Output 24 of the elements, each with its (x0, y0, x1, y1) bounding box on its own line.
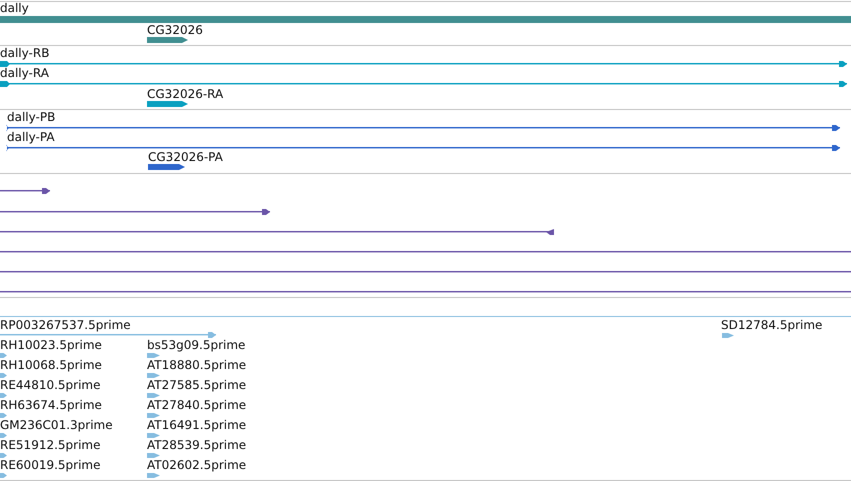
feature-label: dally-RB (0, 46, 50, 60)
feature-label: dally-PA (7, 130, 55, 144)
feature-label: dally-PB (7, 110, 56, 124)
feature-label: RH10068.5prime (0, 358, 102, 372)
feature-label: SD12784.5prime (721, 318, 822, 332)
feature-label: RE60019.5prime (0, 458, 100, 472)
feature-label: dally (0, 1, 29, 15)
feature-label: RE44810.5prime (0, 378, 100, 392)
feature-label: AT16491.5prime (147, 418, 246, 432)
feature-label: RE51912.5prime (0, 438, 100, 452)
feature-label: GM236C01.3prime (0, 418, 113, 432)
feature-label: RH10023.5prime (0, 338, 102, 352)
feature-label: CG32026 (147, 23, 203, 37)
feature-label: bs53g09.5prime (147, 338, 246, 352)
feature-label: dally-RA (0, 66, 49, 80)
feature-label: AT02602.5prime (147, 458, 246, 472)
feature-label: AT27840.5prime (147, 398, 246, 412)
feature-label: AT27585.5prime (147, 378, 246, 392)
feature-label: RH63674.5prime (0, 398, 102, 412)
feature-label: AT28539.5prime (147, 438, 246, 452)
feature-label: RP003267537.5prime (0, 318, 131, 332)
feature-label: CG32026-PA (148, 150, 223, 164)
feature-label: CG32026-RA (147, 87, 224, 101)
feature-label: AT18880.5prime (147, 358, 246, 372)
